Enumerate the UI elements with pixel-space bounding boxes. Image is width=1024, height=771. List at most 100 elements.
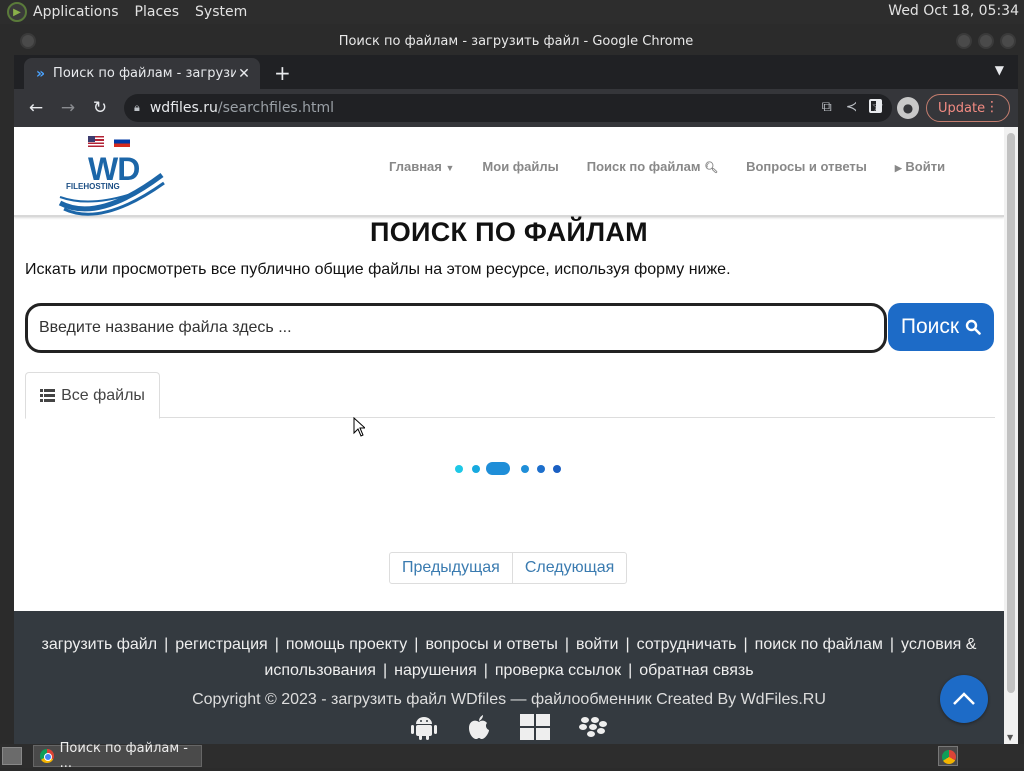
scrollbar-thumb[interactable] (1007, 133, 1015, 693)
footer-link[interactable]: вопросы и ответы (425, 636, 557, 653)
clock[interactable]: Wed Oct 18, 05:34 (888, 3, 1019, 19)
english-flag-icon[interactable] (88, 136, 104, 147)
update-button[interactable]: Update ⋮ (926, 94, 1010, 122)
maximize-icon[interactable] (978, 33, 994, 49)
pagination: Предыдущая Следующая (389, 552, 628, 584)
browser-window: Поиск по файлам - загрузить файл - Googl… (14, 28, 1018, 744)
copyright-link[interactable]: загрузить файл WDfiles — файлообменник (331, 691, 652, 708)
scroll-down-icon[interactable]: ▼ (1007, 733, 1013, 742)
url-host: wdfiles.ru (149, 100, 218, 116)
address-bar[interactable]: 🔒︎ wdfiles.ru/searchfiles.html ⧉ ≺ ☆ (124, 94, 892, 122)
loader-dot (455, 465, 463, 473)
window-titlebar[interactable]: Поиск по файлам - загрузить файл - Googl… (14, 28, 1018, 55)
profile-avatar-icon[interactable]: ● (897, 97, 919, 119)
nav-faq[interactable]: Вопросы и ответы (746, 159, 867, 174)
more-menu-icon[interactable]: ⋮ (985, 99, 999, 115)
tab-strip: » Поиск по файлам - загрузить файл ✕ + ▼ (14, 55, 1018, 89)
chevron-up-icon (953, 692, 975, 705)
page-viewport: WD FILEHOSTING Главная ▼ Мои файлы Поиск… (14, 127, 1004, 744)
window-menu-icon[interactable] (20, 33, 36, 49)
new-tab-icon[interactable]: + (274, 61, 291, 85)
menu-applications[interactable]: Applications (33, 4, 119, 20)
search-input[interactable] (25, 303, 887, 353)
page-title: ПОИСК ПО ФАЙЛАМ (370, 217, 648, 247)
loader-dot-active (486, 462, 510, 475)
lock-icon[interactable]: 🔒︎ (134, 101, 140, 115)
nav-login[interactable]: ▶ Войти (895, 159, 945, 174)
footer-link[interactable]: помощь проекту (286, 636, 407, 653)
footer-link[interactable]: сотрудничать (637, 636, 737, 653)
tab-title: Поиск по файлам - загрузить файл (53, 66, 236, 81)
nav-home-label: Главная (389, 159, 442, 174)
share-icon[interactable]: ≺ (846, 99, 858, 115)
search-button-label: Поиск (900, 315, 960, 338)
tab-all-files[interactable]: Все файлы (25, 372, 160, 419)
tab-close-icon[interactable]: ✕ (236, 66, 252, 82)
footer-link[interactable]: загрузить файл (42, 636, 158, 653)
close-window-icon[interactable] (1000, 33, 1016, 49)
distro-logo-icon[interactable]: ▶ (7, 2, 27, 22)
page-scrollbar[interactable]: ▼ (1004, 127, 1018, 744)
nav-search-label: Поиск по файлам (586, 159, 701, 174)
show-desktop-icon[interactable] (2, 747, 22, 765)
search-icon (965, 319, 981, 335)
menu-places[interactable]: Places (135, 4, 180, 20)
desktop-taskbar: Поиск по файлам - ... (0, 741, 1024, 771)
nav-login-label: Войти (905, 159, 946, 174)
site-logo[interactable]: WD FILEHOSTING (58, 151, 166, 216)
loader-dot (553, 465, 561, 473)
pagination-next[interactable]: Следующая (511, 553, 627, 583)
footer-link[interactable]: поиск по файлам (755, 636, 883, 653)
footer-link[interactable]: обратная связь (639, 662, 753, 679)
language-flags (88, 136, 130, 147)
loading-indicator (455, 461, 565, 477)
chrome-icon (40, 749, 54, 763)
site-header: WD FILEHOSTING Главная ▼ Мои файлы Поиск… (14, 127, 1004, 217)
minimize-icon[interactable] (956, 33, 972, 49)
back-icon[interactable]: ← (20, 98, 52, 118)
nav-my-files[interactable]: Мои файлы (482, 159, 558, 174)
forward-icon[interactable]: → (52, 98, 84, 118)
tab-all-files-label: Все файлы (61, 386, 145, 404)
russian-flag-icon[interactable] (114, 136, 130, 147)
nav-home[interactable]: Главная ▼ (389, 159, 454, 174)
platform-icons (410, 714, 608, 740)
logo-swoosh-icon (58, 172, 165, 216)
loader-dot (521, 465, 529, 473)
translate-icon[interactable]: ⧉ (822, 99, 832, 115)
nav-search[interactable]: Поиск по файлам 🔍︎ (587, 159, 718, 174)
windows-icon[interactable] (520, 714, 550, 740)
site-favicon-icon: » (36, 65, 46, 82)
url-path: /searchfiles.html (217, 100, 335, 116)
tab-search-chevron-icon[interactable]: ▼ (995, 63, 1004, 77)
browser-tab[interactable]: » Поиск по файлам - загрузить файл ✕ (24, 58, 260, 89)
results-tabs: Все файлы (25, 372, 995, 419)
update-label: Update (938, 100, 986, 116)
menu-system[interactable]: System (195, 4, 247, 20)
footer-link[interactable]: регистрация (175, 636, 267, 653)
search-button[interactable]: Поиск (888, 303, 994, 351)
site-footer: загрузить файл | регистрация | помощь проект… (14, 611, 1004, 744)
footer-links: загрузить файл | регистрация | помощь проект… (41, 636, 977, 679)
footer-link[interactable]: войти (576, 636, 618, 653)
main-nav: Главная ▼ Мои файлы Поиск по файлам 🔍︎ В… (389, 159, 973, 174)
footer-link[interactable]: нарушения (394, 662, 477, 679)
caret-right-icon: ▶ (894, 163, 902, 173)
search-icon: 🔍︎ (704, 162, 719, 174)
copyright: Copyright © 2023 - загрузить файл WDfile… (14, 691, 1004, 709)
page-intro: Искать или просмотреть все публично общи… (25, 261, 731, 278)
side-panel-icon[interactable] (869, 99, 882, 113)
footer-link[interactable]: проверка ссылок (495, 662, 621, 679)
pagination-prev[interactable]: Предыдущая (390, 553, 512, 583)
loader-dot (537, 465, 545, 473)
blackberry-icon[interactable] (578, 714, 608, 740)
caret-down-icon: ▼ (445, 163, 455, 173)
apple-icon[interactable] (466, 714, 492, 740)
android-icon[interactable] (410, 714, 438, 740)
list-icon (40, 389, 56, 402)
tray-chrome-icon[interactable] (938, 746, 958, 766)
reload-icon[interactable]: ↻ (84, 98, 116, 118)
copyright-prefix: Copyright © 2023 - (192, 691, 332, 708)
back-to-top-button[interactable] (940, 675, 988, 723)
taskbar-chrome-window[interactable]: Поиск по файлам - ... (33, 741, 202, 771)
